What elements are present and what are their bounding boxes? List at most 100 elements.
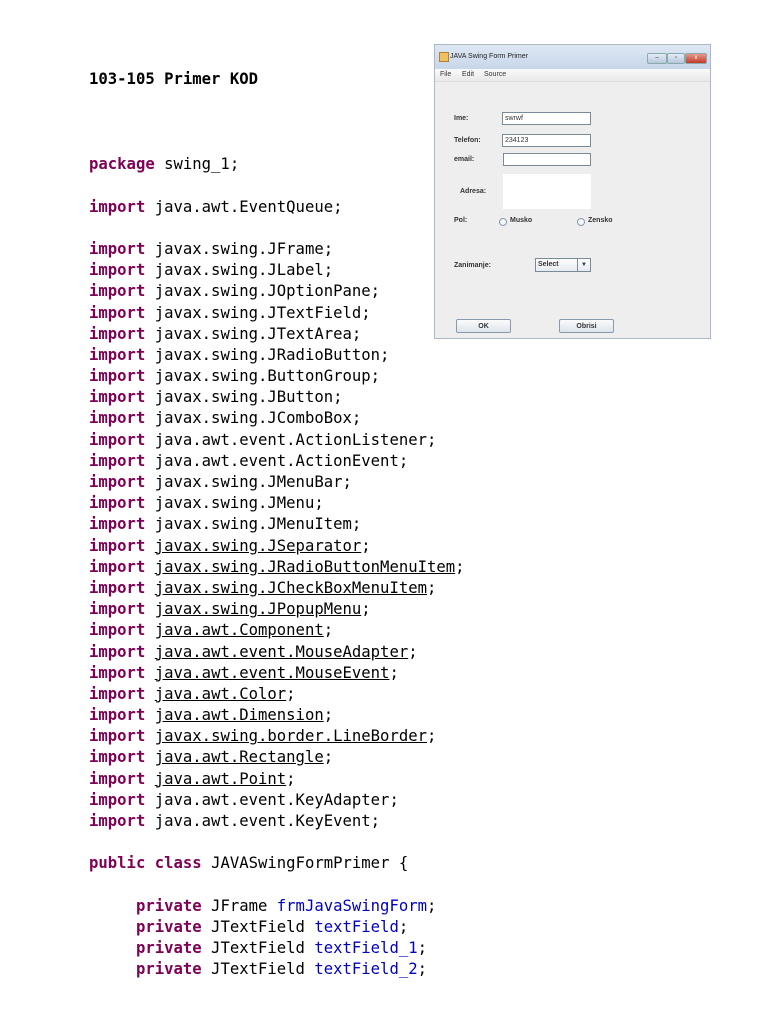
code-text: ;	[389, 663, 399, 682]
underlined-import: java.awt.Dimension	[154, 706, 324, 725]
document-page: 103-105 Primer KOD package swing_1; impor…	[0, 0, 768, 1024]
keyword: import	[89, 430, 146, 449]
code-line: import java.awt.Component;	[89, 620, 465, 641]
swing-window-screenshot: JAVA Swing Form Primer – ▫ x File Edit S…	[434, 44, 711, 339]
code-text: javax.swing.JComboBox;	[145, 409, 362, 428]
keyword: import	[89, 515, 146, 534]
keyword: import	[89, 769, 146, 788]
code-text: java.awt.event.KeyAdapter;	[145, 790, 399, 809]
menu-file[interactable]: File	[440, 71, 451, 78]
zanimanje-combo[interactable]: Select ▼	[535, 258, 591, 272]
code-text: ;	[417, 939, 428, 958]
menu-edit[interactable]: Edit	[462, 71, 474, 78]
code-line: import java.awt.event.KeyEvent;	[89, 811, 465, 832]
zanimanje-label: Zanimanje:	[454, 262, 491, 269]
maximize-button[interactable]: ▫	[667, 53, 685, 64]
code-text: JTextField	[201, 917, 315, 936]
chevron-down-icon[interactable]: ▼	[577, 259, 590, 271]
keyword: private	[135, 917, 202, 936]
ime-field[interactable]: swrwf	[502, 112, 591, 125]
keyword: private	[135, 896, 202, 915]
keyword: import	[89, 303, 146, 322]
ime-label: Ime:	[454, 115, 469, 122]
underlined-import: java.awt.event.MouseEvent	[154, 663, 390, 682]
keyword: import	[89, 345, 146, 364]
code-line: import javax.swing.JButton;	[89, 387, 465, 408]
window-title: JAVA Swing Form Primer	[450, 53, 528, 60]
underlined-import: javax.swing.border.LineBorder	[154, 727, 427, 746]
code-text: JFrame	[201, 896, 277, 915]
adresa-label: Adresa:	[460, 188, 487, 195]
code-line: import java.awt.event.ActionListener;	[89, 430, 465, 451]
keyword: import	[89, 324, 146, 343]
code-text: java.awt.event.ActionListener;	[145, 430, 437, 449]
code-text: JTextField	[201, 960, 315, 979]
email-label: email:	[454, 156, 475, 163]
code-text: javax.swing.JTextArea;	[145, 324, 362, 343]
code-text: ;	[408, 642, 418, 661]
code-text: ;	[286, 684, 296, 703]
code-line: public class JAVASwingFormPrimer {	[89, 853, 465, 874]
code-text: ;	[427, 727, 437, 746]
keyword: import	[89, 473, 146, 491]
code-text: javax.swing.JMenu;	[145, 494, 324, 513]
code-text: java.awt.event.KeyEvent;	[145, 812, 381, 830]
menu-bar: File Edit Source	[435, 69, 710, 82]
underlined-import: javax.swing.JRadioButtonMenuItem	[154, 557, 456, 576]
underlined-import: java.awt.event.MouseAdapter	[154, 642, 409, 661]
code-text: ;	[323, 621, 334, 640]
code-line: import javax.swing.border.LineBorder;	[89, 726, 465, 747]
keyword: import	[89, 790, 146, 809]
code-text: ;	[398, 917, 409, 936]
email-field[interactable]	[503, 153, 591, 166]
code-text: java.awt.EventQueue;	[145, 197, 343, 216]
code-line: import javax.swing.JComboBox;	[89, 408, 465, 429]
keyword: import	[89, 621, 146, 640]
musko-radio[interactable]	[499, 218, 507, 226]
code-line: import java.awt.event.KeyAdapter;	[89, 790, 465, 811]
code-text: ;	[455, 557, 465, 576]
code-line: import java.awt.Dimension;	[89, 705, 465, 726]
keyword: public	[89, 854, 146, 873]
keyword: import	[89, 557, 146, 576]
adresa-textarea[interactable]	[503, 174, 591, 209]
code-text: ;	[361, 600, 371, 619]
keyword: import	[89, 663, 146, 682]
close-button[interactable]: x	[685, 53, 707, 64]
keyword: import	[89, 261, 146, 280]
code-line: import java.awt.event.ActionEvent;	[89, 451, 465, 472]
code-line: import java.awt.EventQueue;	[89, 197, 465, 218]
code-text: ;	[361, 536, 371, 555]
code-line: import javax.swing.JMenu;	[89, 493, 465, 514]
code-line: private JFrame frmJavaSwingForm;	[89, 896, 465, 917]
code-listing: 103-105 Primer KOD package swing_1; impor…	[89, 27, 465, 981]
code-text: java.awt.event.ActionEvent;	[145, 451, 409, 470]
keyword: import	[89, 727, 146, 746]
minimize-button[interactable]: –	[647, 53, 667, 64]
code-line: private JTextField textField_1;	[89, 938, 465, 959]
code-line: import javax.swing.JRadioButton;	[89, 345, 465, 366]
keyword: private	[135, 939, 202, 958]
ok-button[interactable]: OK	[456, 319, 511, 333]
zensko-radio[interactable]	[577, 218, 585, 226]
code-text: JAVASwingFormPrimer {	[201, 854, 409, 873]
keyword: import	[89, 451, 146, 470]
menu-source[interactable]: Source	[484, 71, 506, 78]
code-text: JTextField	[201, 939, 315, 958]
telefon-field[interactable]: 234123	[502, 134, 591, 147]
obrisi-button[interactable]: Obrisi	[559, 319, 614, 333]
keyword: import	[89, 409, 146, 428]
